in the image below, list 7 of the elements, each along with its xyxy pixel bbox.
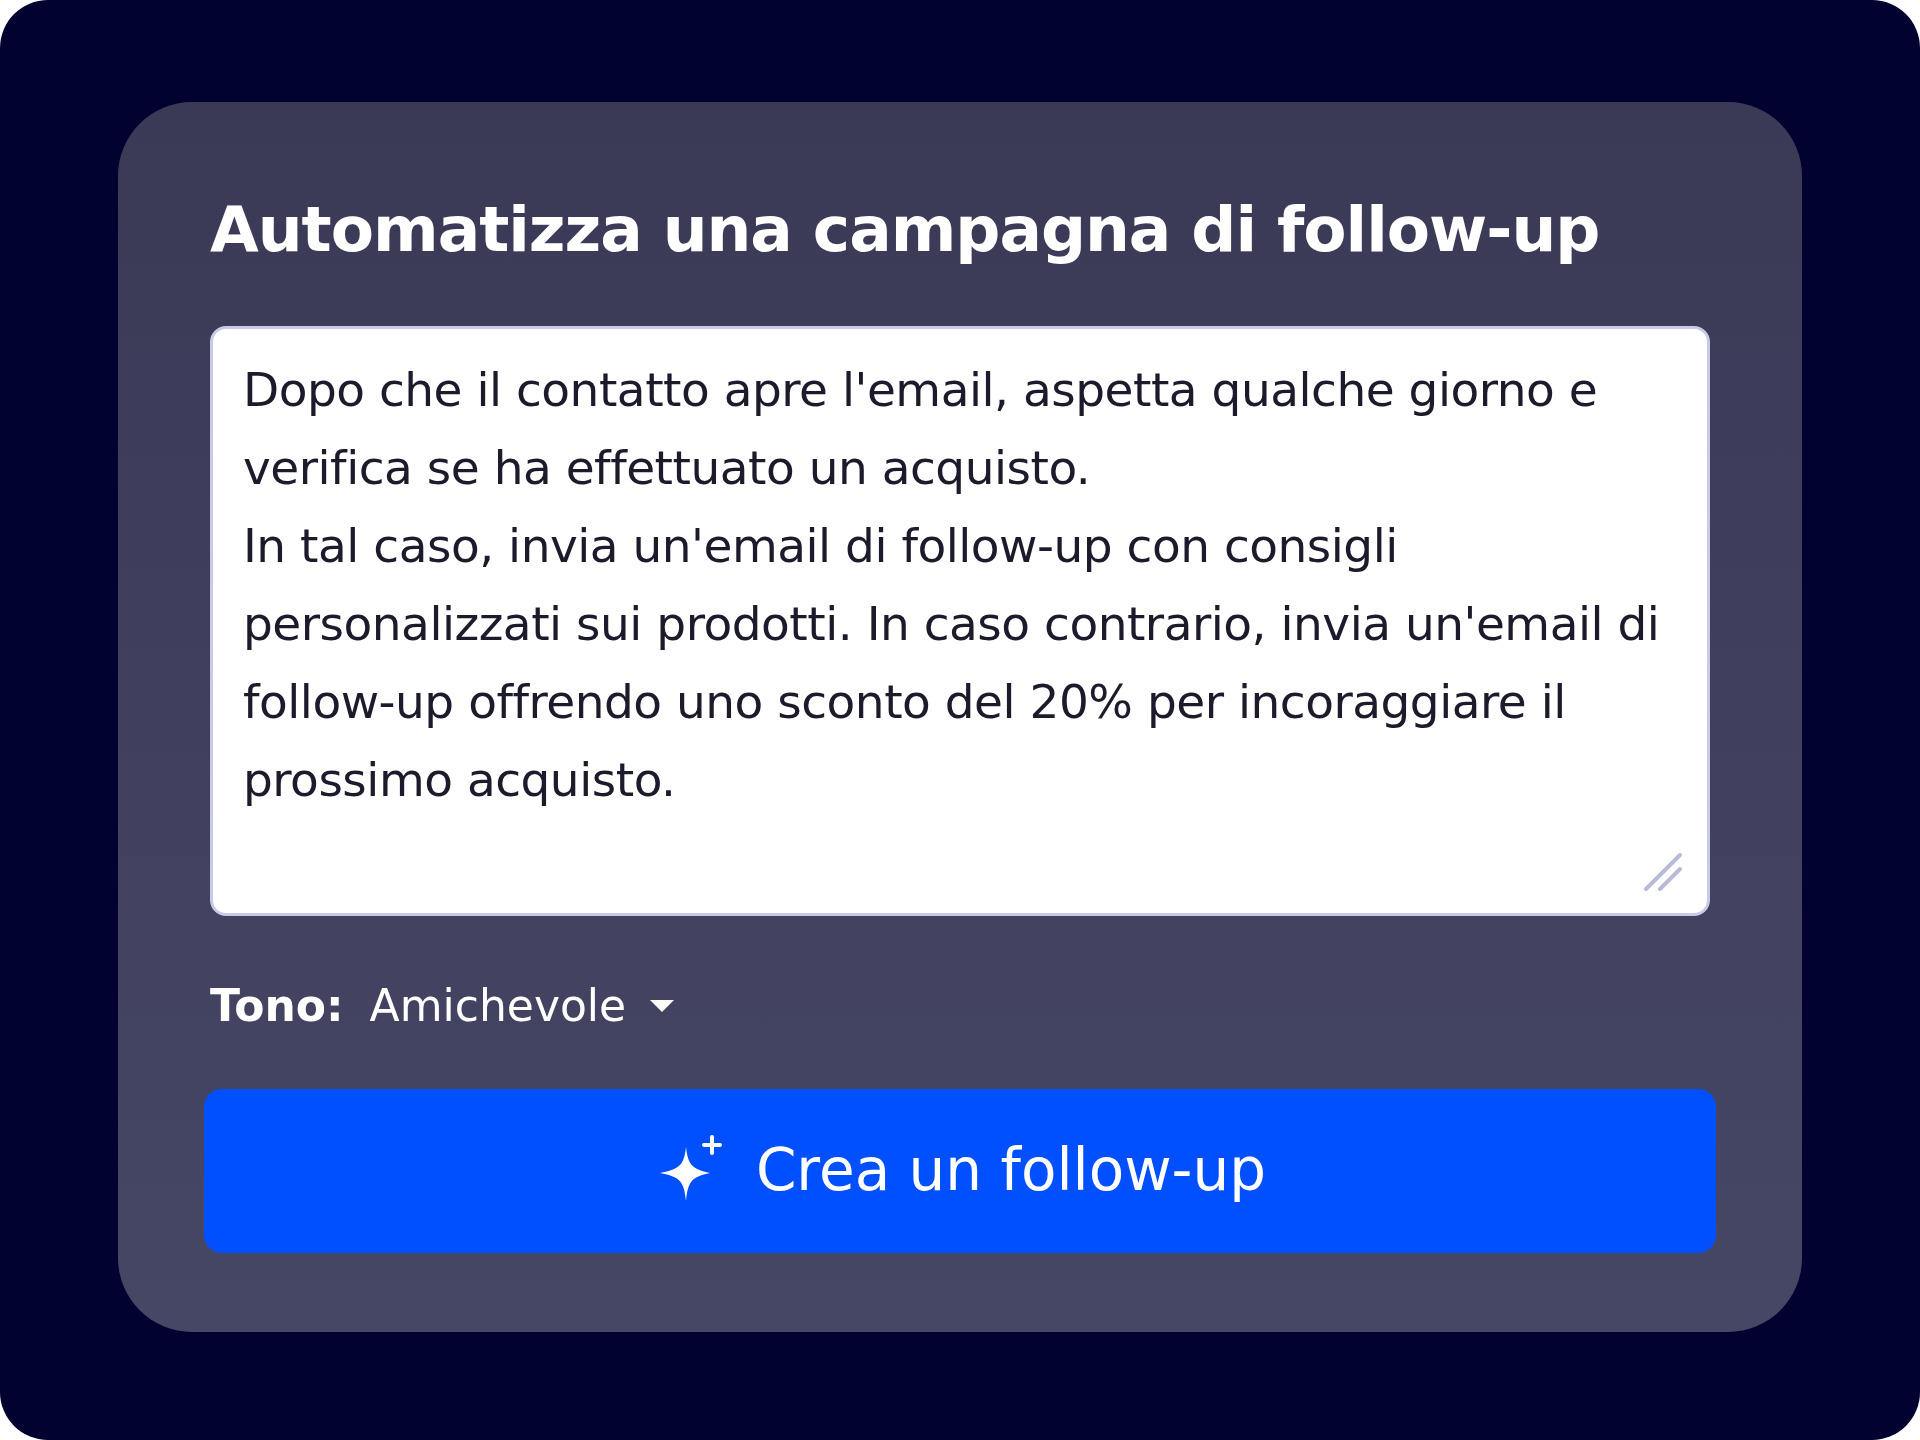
tone-dropdown[interactable]: Amichevole: [369, 972, 675, 1039]
create-followup-button[interactable]: Crea un follow-up: [204, 1088, 1716, 1253]
tone-label: Tono:: [210, 978, 344, 1033]
resize-handle-icon[interactable]: [1642, 850, 1684, 893]
prompt-field[interactable]: Dopo che il contatto apre l'email, aspetta qualche giorno e verifica se ha effettuato un acquisto. In tal caso, invia un'email di follow-up con consigli personalizzati sui prodotti. In caso contrario, invia un'email di follow-up offrendo uno sconto del 20% per incoraggiare il prossimo acquisto.: [210, 325, 1710, 916]
card-title: Automatizza una campagna di follow-up: [210, 192, 1601, 268]
caret-icon: [650, 999, 675, 1012]
